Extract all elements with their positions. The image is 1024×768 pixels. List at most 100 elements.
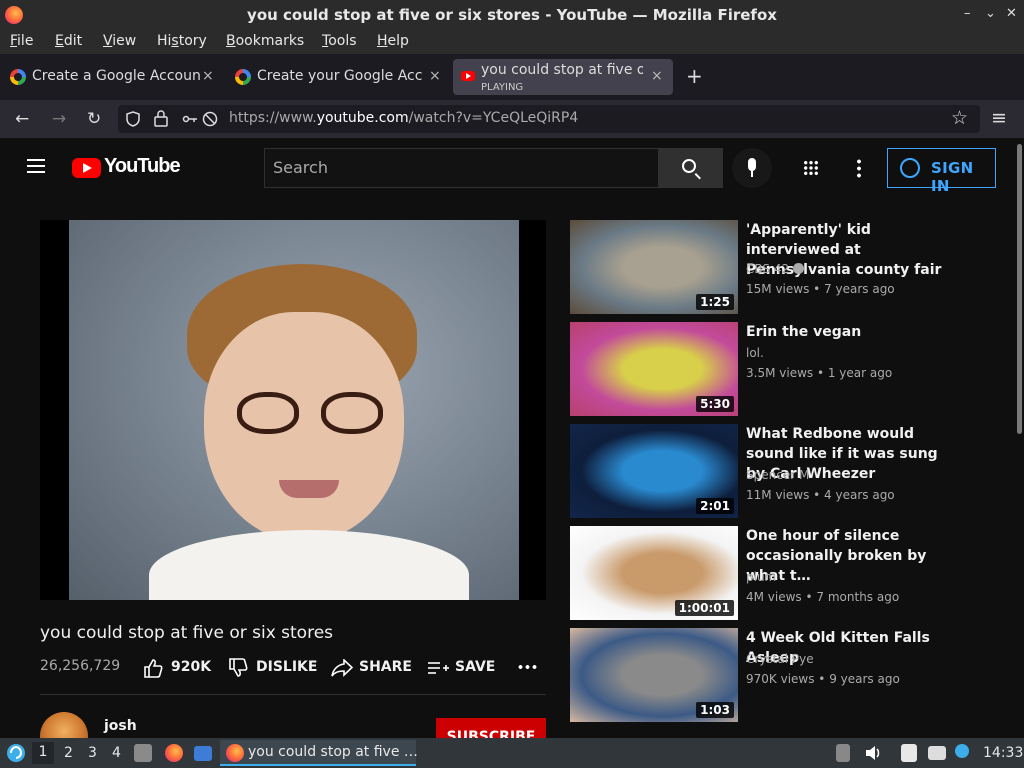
channel-name[interactable]: josh bbox=[104, 718, 137, 734]
search-input[interactable]: Search bbox=[264, 148, 659, 188]
bookmark-star-icon[interactable]: ☆ bbox=[951, 107, 968, 129]
file-manager-icon[interactable] bbox=[134, 744, 152, 762]
tray-display-icon[interactable] bbox=[928, 746, 946, 760]
recommended-video[interactable]: 1:03 4 Week Old Kitten Falls Asleep Crysta… bbox=[570, 628, 1010, 724]
share-icon[interactable] bbox=[331, 659, 353, 677]
tab-close-icon[interactable]: × bbox=[651, 68, 663, 84]
share-button[interactable]: SHARE bbox=[359, 659, 412, 675]
firefox-icon bbox=[226, 744, 244, 762]
volume-icon[interactable] bbox=[864, 744, 882, 762]
recommended-video[interactable]: 1:00:01 One hour of silence occasionally … bbox=[570, 526, 1010, 622]
google-favicon-icon bbox=[10, 69, 26, 85]
page-scrollbar[interactable] bbox=[1016, 138, 1024, 738]
reload-icon[interactable]: ↻ bbox=[87, 109, 101, 129]
recommended-video-title[interactable]: One hour of silence occasionally broken … bbox=[746, 526, 956, 586]
settings-kebab-icon[interactable] bbox=[857, 158, 861, 178]
workspace-4[interactable]: 4 bbox=[112, 745, 121, 761]
menu-bookmarks[interactable]: Bookmarks bbox=[226, 33, 304, 49]
dislike-button[interactable]: DISLIKE bbox=[256, 659, 317, 675]
recommended-video[interactable]: 2:01 What Redbone would sound like if it … bbox=[570, 424, 1010, 520]
youtube-favicon-icon bbox=[461, 71, 475, 81]
video-thumbnail[interactable]: 1:25 bbox=[570, 220, 738, 314]
recommended-channel[interactable]: lol. bbox=[746, 346, 764, 360]
recommended-meta: 4M views • 7 months ago bbox=[746, 590, 900, 604]
tray-update-icon[interactable] bbox=[955, 744, 969, 758]
video-thumbnail[interactable]: 5:30 bbox=[570, 322, 738, 416]
menu-file[interactable]: File bbox=[10, 33, 33, 49]
tray-notes-icon[interactable] bbox=[901, 744, 917, 762]
menubar: File Edit View History Bookmarks Tools H… bbox=[0, 30, 1024, 54]
workspace-3[interactable]: 3 bbox=[88, 745, 97, 761]
recommended-video-title[interactable]: Erin the vegan bbox=[746, 322, 956, 342]
youtube-logo-text[interactable]: YouTube bbox=[104, 155, 181, 178]
lock-icon[interactable] bbox=[154, 110, 168, 127]
video-thumbnail[interactable]: 2:01 bbox=[570, 424, 738, 518]
new-tab-button[interactable]: + bbox=[686, 64, 703, 88]
menu-history[interactable]: History bbox=[157, 33, 207, 49]
window-titlebar: you could stop at five or six stores - Y… bbox=[0, 0, 1024, 30]
voice-search-button[interactable] bbox=[732, 148, 772, 188]
app-launcher-icon[interactable] bbox=[5, 742, 27, 764]
scrollbar-thumb[interactable] bbox=[1017, 144, 1022, 434]
workspace-1[interactable]: 1 bbox=[32, 742, 54, 764]
navigation-toolbar: ← → ↻ https://www.youtube.com/watch?v=YC… bbox=[0, 100, 1024, 138]
tab-google-account-1[interactable]: Create a Google Account × bbox=[10, 59, 220, 95]
minimize-button[interactable]: – bbox=[964, 6, 971, 21]
video-frame bbox=[69, 220, 519, 600]
menu-help[interactable]: Help bbox=[377, 33, 409, 49]
menu-view[interactable]: View bbox=[103, 33, 136, 49]
back-icon[interactable]: ← bbox=[15, 109, 29, 129]
apps-grid-icon[interactable] bbox=[803, 160, 819, 176]
video-player[interactable] bbox=[40, 220, 546, 600]
video-thumbnail[interactable]: 1:03 bbox=[570, 628, 738, 722]
forward-icon[interactable]: → bbox=[52, 109, 66, 129]
tray-clipboard-icon[interactable] bbox=[836, 744, 850, 762]
recommended-meta: 11M views • 4 years ago bbox=[746, 488, 895, 502]
like-icon[interactable] bbox=[143, 658, 163, 678]
video-thumbnail[interactable]: 1:00:01 bbox=[570, 526, 738, 620]
view-count: 26,256,729 bbox=[40, 658, 121, 674]
recommended-channel[interactable]: Spencer M bbox=[746, 468, 809, 482]
taskbar-firefox-window[interactable]: you could stop at five … bbox=[220, 740, 418, 766]
recommended-video[interactable]: 5:30 Erin the vegan lol. 3.5M views • 1 yea… bbox=[570, 322, 1010, 418]
youtube-header: YouTube Search SIGN IN bbox=[0, 138, 1016, 198]
desktop-icon[interactable] bbox=[194, 746, 212, 761]
shield-icon[interactable] bbox=[126, 111, 140, 127]
more-actions-icon[interactable] bbox=[517, 665, 537, 669]
autoplay-blocked-icon[interactable] bbox=[202, 111, 218, 127]
verified-badge-icon bbox=[793, 263, 805, 274]
permissions-icon[interactable] bbox=[182, 112, 198, 126]
tab-title: Create your Google Account bbox=[257, 68, 423, 84]
recommended-meta: 3.5M views • 1 year ago bbox=[746, 366, 893, 380]
app-menu-icon[interactable]: ≡ bbox=[991, 107, 1007, 129]
recommended-meta: 970K views • 9 years ago bbox=[746, 672, 900, 686]
tab-google-account-2[interactable]: Create your Google Account × bbox=[235, 59, 445, 95]
url-text[interactable]: https://www.youtube.com/watch?v=YCeQLeQi… bbox=[229, 110, 578, 126]
url-bar[interactable]: https://www.youtube.com/watch?v=YCeQLeQi… bbox=[118, 105, 980, 133]
video-duration: 1:00:01 bbox=[674, 600, 734, 616]
tab-close-icon[interactable]: × bbox=[429, 68, 441, 84]
workspace-2[interactable]: 2 bbox=[64, 745, 73, 761]
save-button[interactable]: SAVE bbox=[455, 659, 495, 675]
tab-youtube-video[interactable]: you could stop at five or six stores PLA… bbox=[453, 59, 673, 95]
recommended-video[interactable]: 1:25 'Apparently' kid interviewed at Penn… bbox=[570, 220, 1010, 316]
hamburger-menu-icon[interactable] bbox=[27, 159, 45, 173]
maximize-button[interactable]: ⌄ bbox=[985, 6, 996, 21]
save-playlist-icon[interactable] bbox=[427, 660, 449, 676]
recommended-channel[interactable]: Crystal Pye bbox=[746, 652, 814, 666]
video-title: you could stop at five or six stores bbox=[40, 623, 334, 643]
menu-tools[interactable]: Tools bbox=[322, 33, 357, 49]
search-button[interactable] bbox=[659, 148, 723, 188]
menu-edit[interactable]: Edit bbox=[55, 33, 82, 49]
recommended-channel[interactable]: CBS 42 bbox=[746, 262, 805, 276]
close-window-button[interactable]: ✕ bbox=[1006, 6, 1017, 21]
recommended-channel[interactable]: plum bbox=[746, 570, 776, 584]
dislike-icon[interactable] bbox=[228, 658, 248, 678]
like-count[interactable]: 920K bbox=[171, 659, 211, 675]
sign-in-button[interactable]: SIGN IN bbox=[887, 148, 996, 195]
firefox-launcher-icon[interactable] bbox=[165, 744, 183, 762]
video-duration: 5:30 bbox=[696, 396, 734, 412]
clock: 14:33 bbox=[983, 745, 1024, 761]
youtube-logo-icon[interactable] bbox=[72, 158, 101, 178]
tab-close-icon[interactable]: × bbox=[202, 68, 214, 84]
